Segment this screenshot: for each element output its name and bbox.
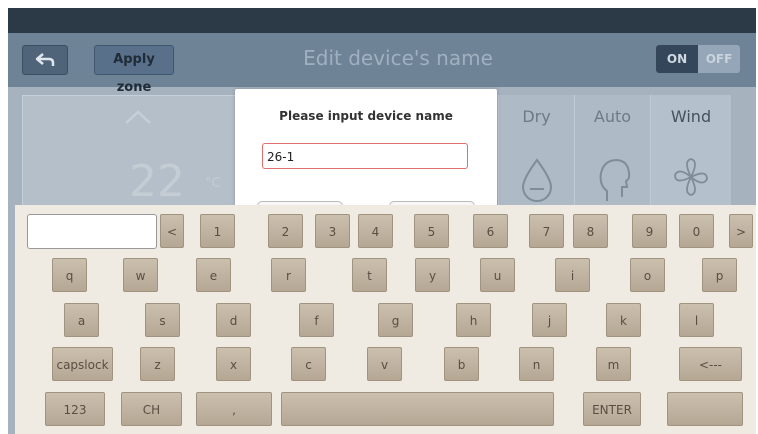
key-capslock[interactable]: capslock	[52, 347, 113, 381]
apply-zone-button[interactable]: Apply zone	[94, 45, 174, 95]
key-backspace[interactable]: <---	[679, 347, 742, 381]
key-0[interactable]: 0	[679, 214, 714, 248]
mode-auto-label: Auto	[593, 107, 632, 126]
dialog-prompt: Please input device name	[279, 109, 453, 123]
key-q[interactable]: q	[52, 258, 87, 292]
key-j[interactable]: j	[532, 303, 567, 337]
device-name-input[interactable]: 26-1	[262, 143, 468, 169]
key-z[interactable]: z	[140, 347, 175, 381]
key-3[interactable]: 3	[315, 214, 350, 248]
key-f[interactable]: f	[299, 303, 334, 337]
key-x[interactable]: x	[216, 347, 251, 381]
key-l[interactable]: l	[679, 303, 714, 337]
back-arrow-icon	[35, 53, 55, 66]
fan-icon	[674, 158, 708, 196]
power-on-option[interactable]: ON	[656, 45, 698, 73]
mode-wind-label: Wind	[670, 107, 712, 126]
key-comma[interactable]: ,	[196, 392, 272, 426]
key-blank-4-5[interactable]	[667, 392, 743, 426]
key-o[interactable]: o	[630, 258, 665, 292]
key-a[interactable]: a	[64, 303, 99, 337]
on-screen-keyboard: <1 2 3 4 5 6 7 8 9 0 > q w e r t y u i o p a s d f g h j k l capslock z…	[15, 205, 756, 434]
key-right-arrow[interactable]: >	[729, 214, 753, 248]
key-r[interactable]: r	[271, 258, 306, 292]
key-9[interactable]: 9	[632, 214, 667, 248]
key-n[interactable]: n	[519, 347, 554, 381]
power-toggle[interactable]: ON OFF	[656, 45, 740, 73]
page-title: Edit device's name	[303, 46, 493, 70]
temperature-value: 22	[129, 156, 185, 207]
temperature-unit: °C	[205, 176, 221, 191]
key-7[interactable]: 7	[529, 214, 564, 248]
top-status-strip	[8, 8, 756, 33]
key-left-arrow[interactable]: <	[160, 214, 184, 248]
key-s[interactable]: s	[145, 303, 180, 337]
key-p[interactable]: p	[702, 258, 737, 292]
head-profile-icon	[599, 158, 631, 201]
chevron-up-icon[interactable]	[123, 108, 153, 126]
key-h[interactable]: h	[456, 303, 491, 337]
key-1[interactable]: 1	[200, 214, 235, 248]
back-button[interactable]	[22, 45, 68, 75]
key-enter[interactable]: ENTER	[583, 392, 641, 426]
key-y[interactable]: y	[415, 258, 450, 292]
key-t[interactable]: t	[352, 258, 387, 292]
key-2[interactable]: 2	[268, 214, 303, 248]
key-u[interactable]: u	[480, 258, 515, 292]
key-c[interactable]: c	[291, 347, 326, 381]
power-off-option[interactable]: OFF	[698, 45, 740, 73]
key-4[interactable]: 4	[358, 214, 393, 248]
key-k[interactable]: k	[606, 303, 641, 337]
key-numbers-toggle[interactable]: 123	[45, 392, 105, 426]
header-bar: Apply zone Edit device's name ON OFF	[8, 33, 756, 95]
droplet-icon	[521, 158, 553, 202]
key-v[interactable]: v	[367, 347, 402, 381]
key-e[interactable]: e	[196, 258, 231, 292]
key-language-toggle[interactable]: CH	[121, 392, 182, 426]
key-6[interactable]: 6	[473, 214, 508, 248]
key-5[interactable]: 5	[414, 214, 449, 248]
key-m[interactable]: m	[596, 347, 631, 381]
key-b[interactable]: b	[444, 347, 479, 381]
mode-dry-label: Dry	[522, 107, 551, 126]
key-d[interactable]: d	[216, 303, 251, 337]
key-w[interactable]: w	[123, 258, 158, 292]
keyboard-text-field[interactable]	[27, 214, 157, 249]
key-8[interactable]: 8	[573, 214, 608, 248]
key-space[interactable]	[281, 392, 554, 426]
key-g[interactable]: g	[378, 303, 413, 337]
key-i[interactable]: i	[555, 258, 590, 292]
